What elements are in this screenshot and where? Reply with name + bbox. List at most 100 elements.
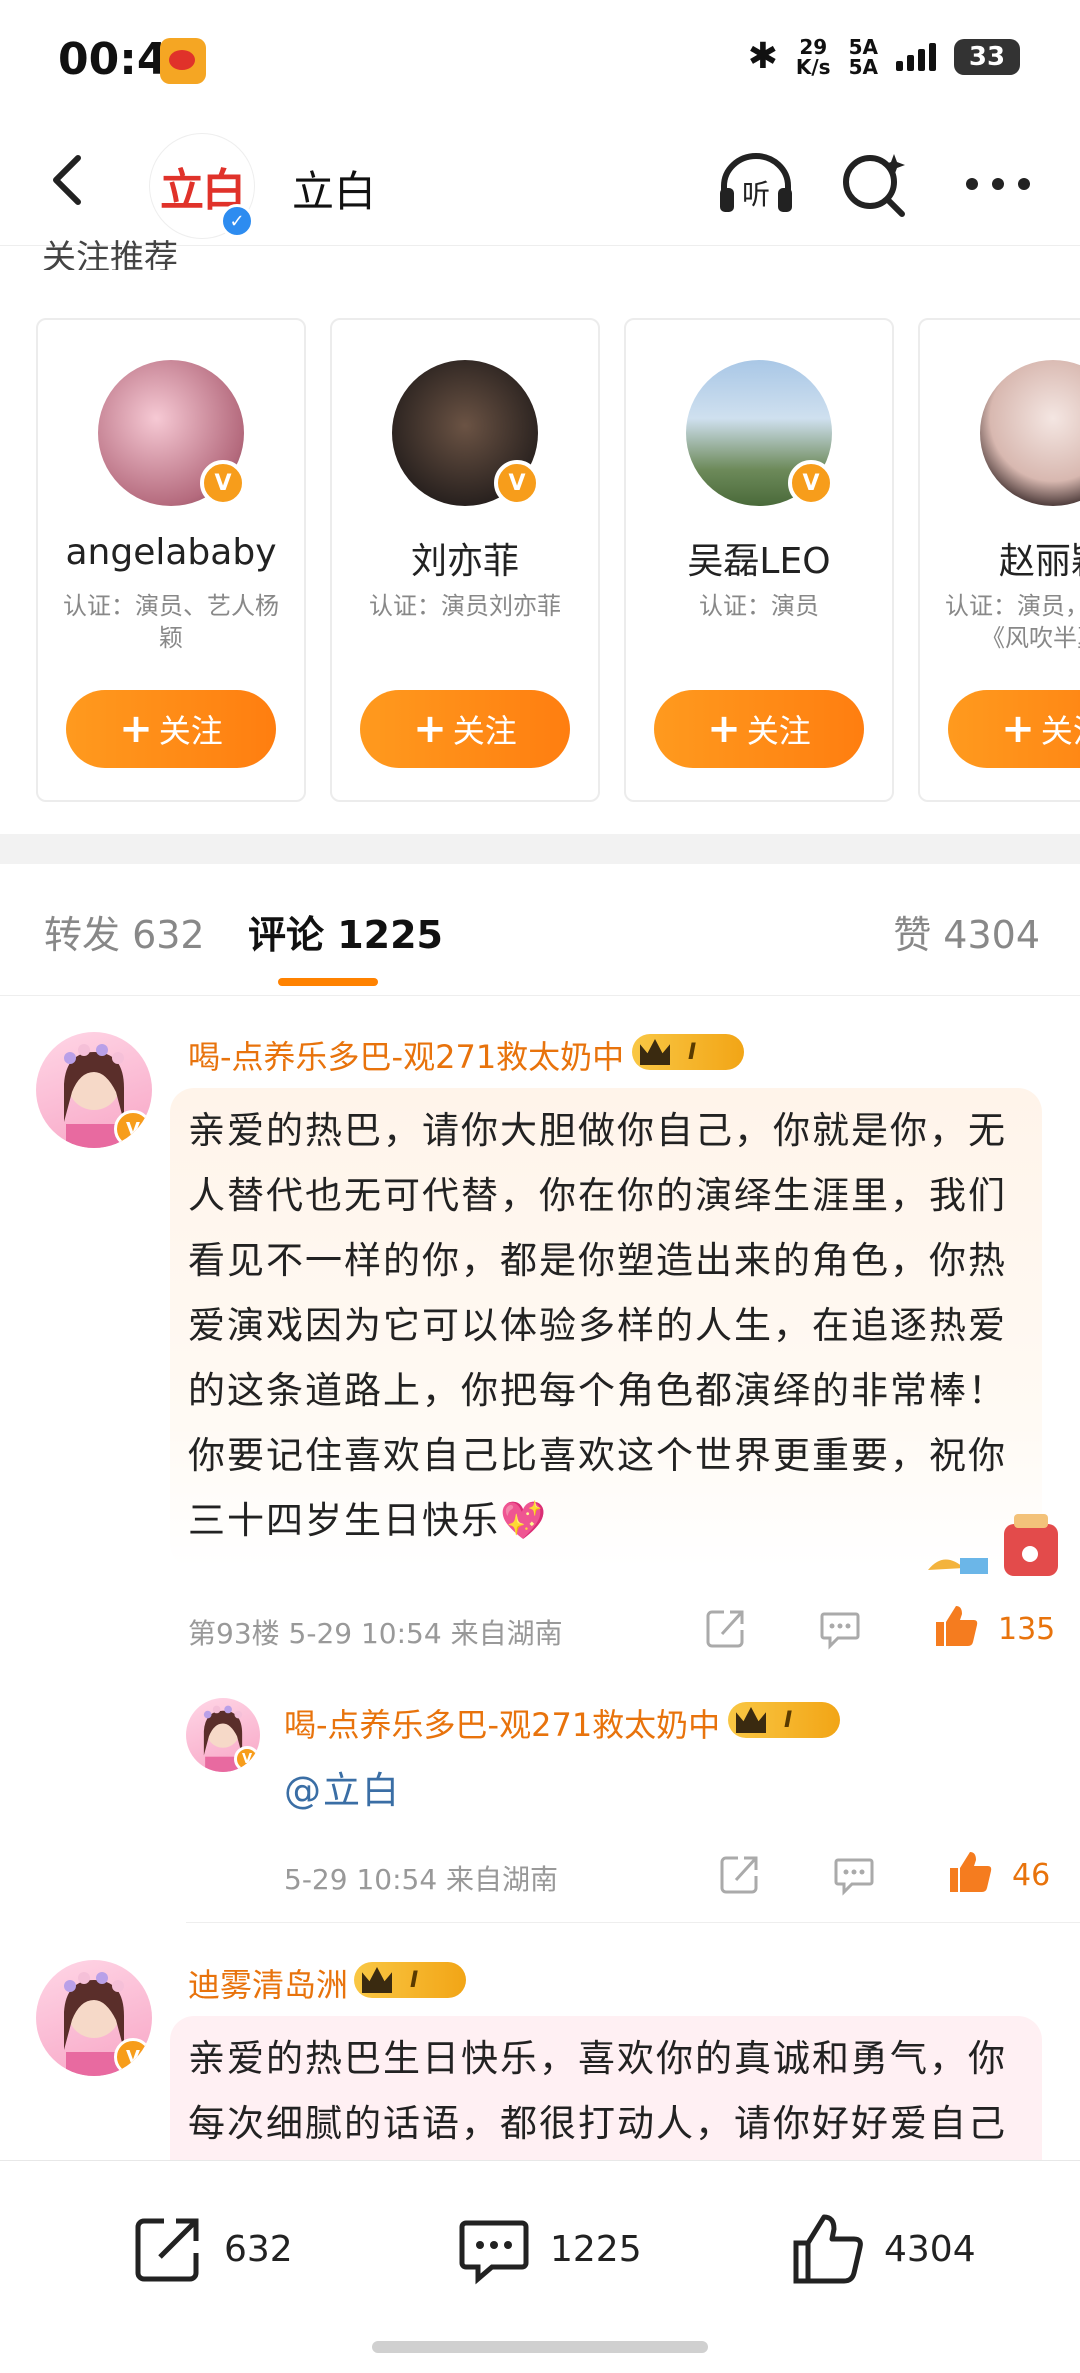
network-type: 5A 5A	[849, 37, 878, 77]
follow-button[interactable]: +关注	[360, 690, 570, 768]
comment-text[interactable]: 亲爱的热巴生日快乐，喜欢你的真诚和勇气，你每次细腻的话语，都很打动人，请你好好爱…	[188, 2026, 1024, 2156]
plus-icon: +	[413, 706, 447, 752]
repost-count: 632	[224, 2228, 293, 2270]
tab-repost[interactable]: 转发 632	[44, 904, 205, 959]
comment-icon[interactable]	[832, 1852, 876, 1896]
comment-icon	[459, 2220, 529, 2285]
card-cert: 认证：演员	[699, 592, 819, 620]
thumbs-up-icon	[793, 2214, 863, 2284]
card-cert: 认证：演员、艺人杨颖	[63, 592, 279, 652]
like-button[interactable]: 4304	[790, 2211, 976, 2287]
back-arrow-icon[interactable]	[40, 150, 100, 210]
share-icon[interactable]	[704, 1606, 748, 1650]
follow-label: 关注	[158, 712, 223, 750]
follow-label: 关注	[746, 712, 811, 750]
like-icon-active[interactable]	[932, 1602, 980, 1650]
card-username[interactable]: 赵丽颖	[920, 532, 1080, 584]
comment-button[interactable]: 1225	[456, 2211, 642, 2287]
member-crown-badge[interactable]: I	[728, 1702, 840, 1738]
tab-like[interactable]: 赞 4304	[893, 904, 1040, 959]
bluetooth-icon: ✱	[747, 36, 778, 77]
listen-label: 听	[742, 178, 770, 211]
reply-text[interactable]: @立白	[284, 1758, 401, 1823]
active-tab-indicator	[278, 978, 378, 986]
member-crown-badge[interactable]: I	[632, 1034, 744, 1070]
commenter-avatar[interactable]: V	[36, 1032, 152, 1148]
follow-button[interactable]: +关注	[66, 690, 276, 768]
network-type-2: 5A	[848, 54, 878, 79]
repost-button[interactable]: 632	[130, 2211, 293, 2287]
comment-meta: 第93楼 5-29 10:54 来自湖南	[188, 1617, 563, 1650]
network-type-1: 5A	[848, 34, 878, 59]
badge-level: I	[784, 1707, 793, 1733]
crown-icon	[736, 1707, 766, 1733]
follow-label: 关注	[452, 712, 517, 750]
weibo-app-icon	[160, 38, 206, 84]
card-username[interactable]: angelababy	[38, 532, 304, 573]
interaction-tabs: 转发 632 评论 1225 赞 4304	[0, 864, 1080, 996]
comment-text[interactable]: 亲爱的热巴，请你大胆做你自己，你就是你，无人替代也无可代替，你在你的演绎生涯里，…	[188, 1098, 1024, 1553]
card-username[interactable]: 刘亦菲	[332, 532, 598, 584]
net-speed: 29 K/s	[796, 37, 831, 77]
follow-button[interactable]: +关注	[948, 690, 1080, 768]
recommend-card[interactable]: V 赵丽颖 认证：演员，代表作《风吹半夏》 +关注	[918, 318, 1080, 802]
reply-avatar[interactable]: V	[186, 1698, 260, 1772]
verified-orange-icon: V	[234, 1746, 260, 1772]
like-icon-active[interactable]	[946, 1848, 994, 1896]
recommend-title: 关注推荐	[42, 238, 178, 270]
share-icon[interactable]	[718, 1852, 762, 1896]
card-cert: 认证：演员，代表作《风吹半夏》	[945, 592, 1080, 652]
status-bar: 00:45 ✱ 29 K/s 5A 5A 33	[0, 0, 1080, 120]
reply-meta: 5-29 10:54 来自湖南	[284, 1863, 559, 1896]
verified-orange-icon: V	[114, 2038, 152, 2076]
comment-icon[interactable]	[818, 1606, 862, 1650]
badge-level: I	[410, 1967, 419, 1993]
verified-orange-icon: V	[788, 460, 834, 506]
recommend-card[interactable]: V 吴磊LEO 认证：演员 + 关注	[624, 318, 894, 802]
bottom-action-bar: 632 1225 4304	[0, 2160, 1080, 2373]
recommend-cards: V angelababy 认证：演员、艺人杨颖 + 关注 V 刘亦菲 认证：演员刘…	[36, 318, 1080, 804]
battery-indicator: 33	[954, 38, 1020, 75]
commenter-username[interactable]: 迪雾清岛洲	[188, 1960, 348, 2006]
home-indicator[interactable]	[372, 2341, 708, 2353]
badge-level: I	[688, 1039, 697, 1065]
net-speed-unit: K/s	[795, 54, 831, 79]
comment-separator	[186, 1922, 1080, 1923]
section-divider	[0, 834, 1080, 864]
net-speed-value: 29	[799, 34, 828, 59]
commenter-username[interactable]: 喝-点养乐多巴-观271救太奶中	[188, 1032, 624, 1078]
verified-orange-icon: V	[494, 460, 540, 506]
follow-label: 关注	[1040, 712, 1080, 750]
tab-comment[interactable]: 评论 1225	[248, 904, 443, 959]
account-name[interactable]: 立白	[292, 158, 376, 219]
plus-icon: +	[707, 706, 741, 752]
recommend-card[interactable]: V angelababy 认证：演员、艺人杨颖 + 关注	[36, 318, 306, 802]
recommend-card[interactable]: V 刘亦菲 认证：演员刘亦菲 + 关注	[330, 318, 600, 802]
verified-orange-icon: V	[200, 460, 246, 506]
search-icon[interactable]	[836, 148, 916, 218]
verified-blue-icon: ✓	[220, 204, 254, 238]
crown-icon	[362, 1967, 392, 1993]
reply-username[interactable]: 喝-点养乐多巴-观271救太奶中	[284, 1700, 720, 1746]
member-crown-badge[interactable]: I	[354, 1962, 466, 1998]
card-username[interactable]: 吴磊LEO	[626, 532, 892, 584]
like-count-total: 4304	[884, 2228, 976, 2270]
commenter-avatar[interactable]: V	[36, 1960, 152, 2076]
reply-like-count: 46	[1012, 1858, 1051, 1893]
user-photo[interactable]	[980, 360, 1080, 506]
plus-icon: +	[1001, 706, 1035, 752]
status-right-group: ✱ 29 K/s 5A 5A 33	[748, 36, 1020, 77]
crown-icon	[640, 1039, 670, 1065]
comment-count: 1225	[550, 2228, 642, 2270]
more-icon[interactable]	[958, 148, 1038, 218]
plus-icon: +	[119, 706, 153, 752]
follow-button[interactable]: +关注	[654, 690, 864, 768]
card-cert: 认证：演员刘亦菲	[369, 592, 561, 620]
repost-icon	[135, 2218, 199, 2282]
verified-orange-icon: V	[114, 1110, 152, 1148]
signal-icon	[896, 42, 936, 71]
like-count: 135	[998, 1612, 1056, 1647]
listen-headphone-icon[interactable]: 听	[716, 148, 796, 218]
account-avatar[interactable]: 立白 ✓	[150, 134, 254, 238]
breakfast-decoration-icon	[928, 1514, 1058, 1576]
